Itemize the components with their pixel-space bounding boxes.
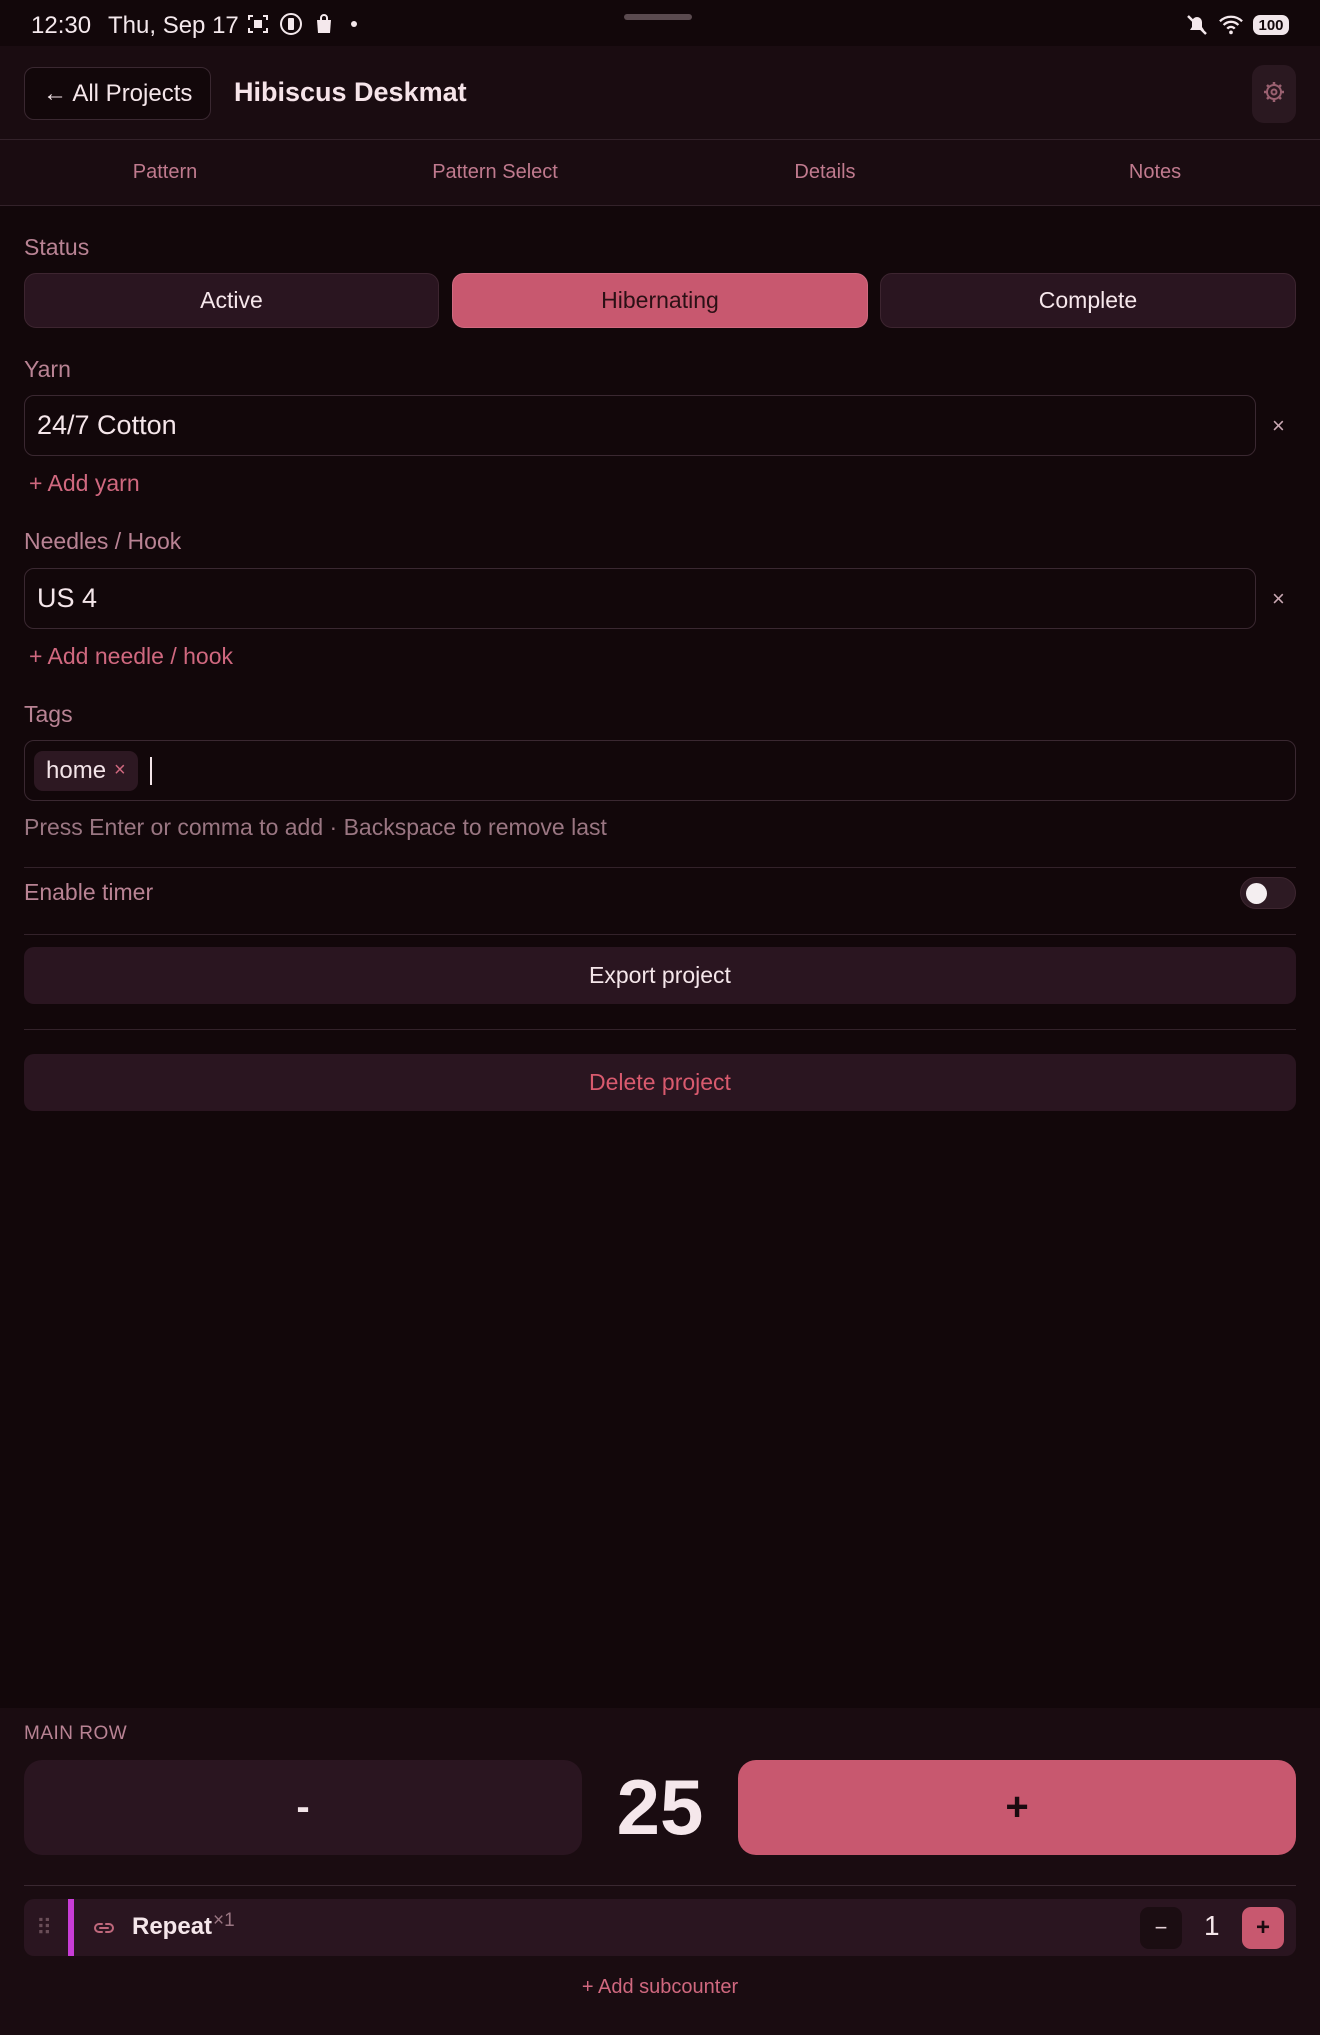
all-projects-button[interactable]: ← All Projects bbox=[24, 67, 212, 120]
subcounter-row: ⠿ Repeat ×1 − 1 + bbox=[24, 1899, 1296, 1956]
tag-chip-label: home bbox=[46, 756, 107, 784]
notification-dot-icon bbox=[351, 21, 357, 27]
app-header: ← All Projects Hibiscus Deskmat bbox=[0, 46, 1320, 140]
screenshot-icon bbox=[246, 12, 270, 36]
subcounter-decrement-button[interactable]: − bbox=[1140, 1907, 1182, 1949]
battery-indicator: 100 bbox=[1253, 15, 1289, 35]
tag-remove-icon[interactable]: × bbox=[114, 759, 126, 782]
tab-details[interactable]: Details bbox=[660, 140, 990, 205]
subcounter-multiplier: ×1 bbox=[213, 1910, 235, 1931]
tab-pattern-select[interactable]: Pattern Select bbox=[330, 140, 660, 205]
needles-label: Needles / Hook bbox=[24, 528, 182, 554]
tags-label: Tags bbox=[24, 701, 73, 727]
add-yarn-link[interactable]: + Add yarn bbox=[29, 470, 140, 497]
divider bbox=[24, 1029, 1296, 1030]
status-complete-button[interactable]: Complete bbox=[880, 273, 1296, 328]
tab-pattern[interactable]: Pattern bbox=[0, 140, 330, 205]
subcounter-color-bar bbox=[68, 1899, 74, 1956]
yarn-clear-icon[interactable]: × bbox=[1272, 413, 1285, 439]
add-subcounter-link[interactable]: + Add subcounter bbox=[0, 1976, 1320, 1999]
status-bar: 12:30 Thu, Sep 17 100 bbox=[0, 0, 1320, 46]
add-needle-link[interactable]: + Add needle / hook bbox=[29, 643, 233, 670]
mute-icon bbox=[1185, 13, 1209, 37]
status-time: 12:30 bbox=[31, 12, 92, 39]
subcounter-name: Repeat bbox=[132, 1913, 213, 1940]
status-icons-right: 100 bbox=[1185, 13, 1289, 37]
divider bbox=[24, 867, 1296, 868]
yarn-value: 24/7 Cotton bbox=[37, 410, 177, 440]
subcounter-value: 1 bbox=[1204, 1910, 1220, 1941]
status-icons-left bbox=[246, 12, 357, 36]
status-date: Thu, Sep 17 bbox=[108, 12, 239, 39]
tag-chip: home × bbox=[34, 750, 138, 791]
timer-toggle[interactable] bbox=[1240, 877, 1296, 909]
needles-field[interactable]: US 4 bbox=[24, 568, 1256, 629]
text-caret bbox=[149, 756, 152, 785]
main-row-label: MAIN ROW bbox=[24, 1723, 128, 1744]
toggle-knob bbox=[1246, 883, 1267, 904]
wifi-icon bbox=[1219, 13, 1243, 37]
gear-icon bbox=[1262, 80, 1286, 109]
status-label: Status bbox=[24, 234, 90, 260]
yarn-label: Yarn bbox=[24, 356, 71, 382]
increment-button[interactable]: + bbox=[738, 1760, 1296, 1855]
needles-clear-icon[interactable]: × bbox=[1272, 586, 1285, 612]
delete-project-button[interactable]: Delete project bbox=[24, 1054, 1296, 1111]
shopping-bag-icon bbox=[312, 12, 336, 36]
vibrate-icon bbox=[279, 12, 303, 36]
page-title: Hibiscus Deskmat bbox=[234, 77, 467, 107]
status-active-button[interactable]: Active bbox=[24, 273, 439, 328]
needles-value: US 4 bbox=[37, 583, 98, 613]
link-icon bbox=[92, 1916, 116, 1945]
tags-input[interactable]: home × bbox=[24, 740, 1296, 801]
divider bbox=[24, 934, 1296, 935]
settings-button[interactable] bbox=[1252, 65, 1296, 123]
back-button-label: ← All Projects bbox=[43, 79, 193, 107]
drag-handle[interactable] bbox=[624, 14, 692, 20]
subcounter-increment-button[interactable]: + bbox=[1242, 1907, 1284, 1949]
decrement-button[interactable]: - bbox=[24, 1760, 582, 1855]
tab-notes[interactable]: Notes bbox=[990, 140, 1320, 205]
row-count: 25 bbox=[616, 1763, 704, 1851]
enable-timer-label: Enable timer bbox=[24, 879, 154, 905]
yarn-field[interactable]: 24/7 Cotton bbox=[24, 395, 1256, 456]
export-project-button[interactable]: Export project bbox=[24, 947, 1296, 1004]
drag-handle-icon[interactable]: ⠿ bbox=[36, 1915, 52, 1941]
tab-bar: Pattern Pattern Select Details Notes bbox=[0, 140, 1320, 206]
divider bbox=[24, 1885, 1296, 1886]
status-hibernating-button[interactable]: Hibernating bbox=[452, 273, 868, 328]
tags-hint: Press Enter or comma to add · Backspace … bbox=[24, 814, 607, 840]
